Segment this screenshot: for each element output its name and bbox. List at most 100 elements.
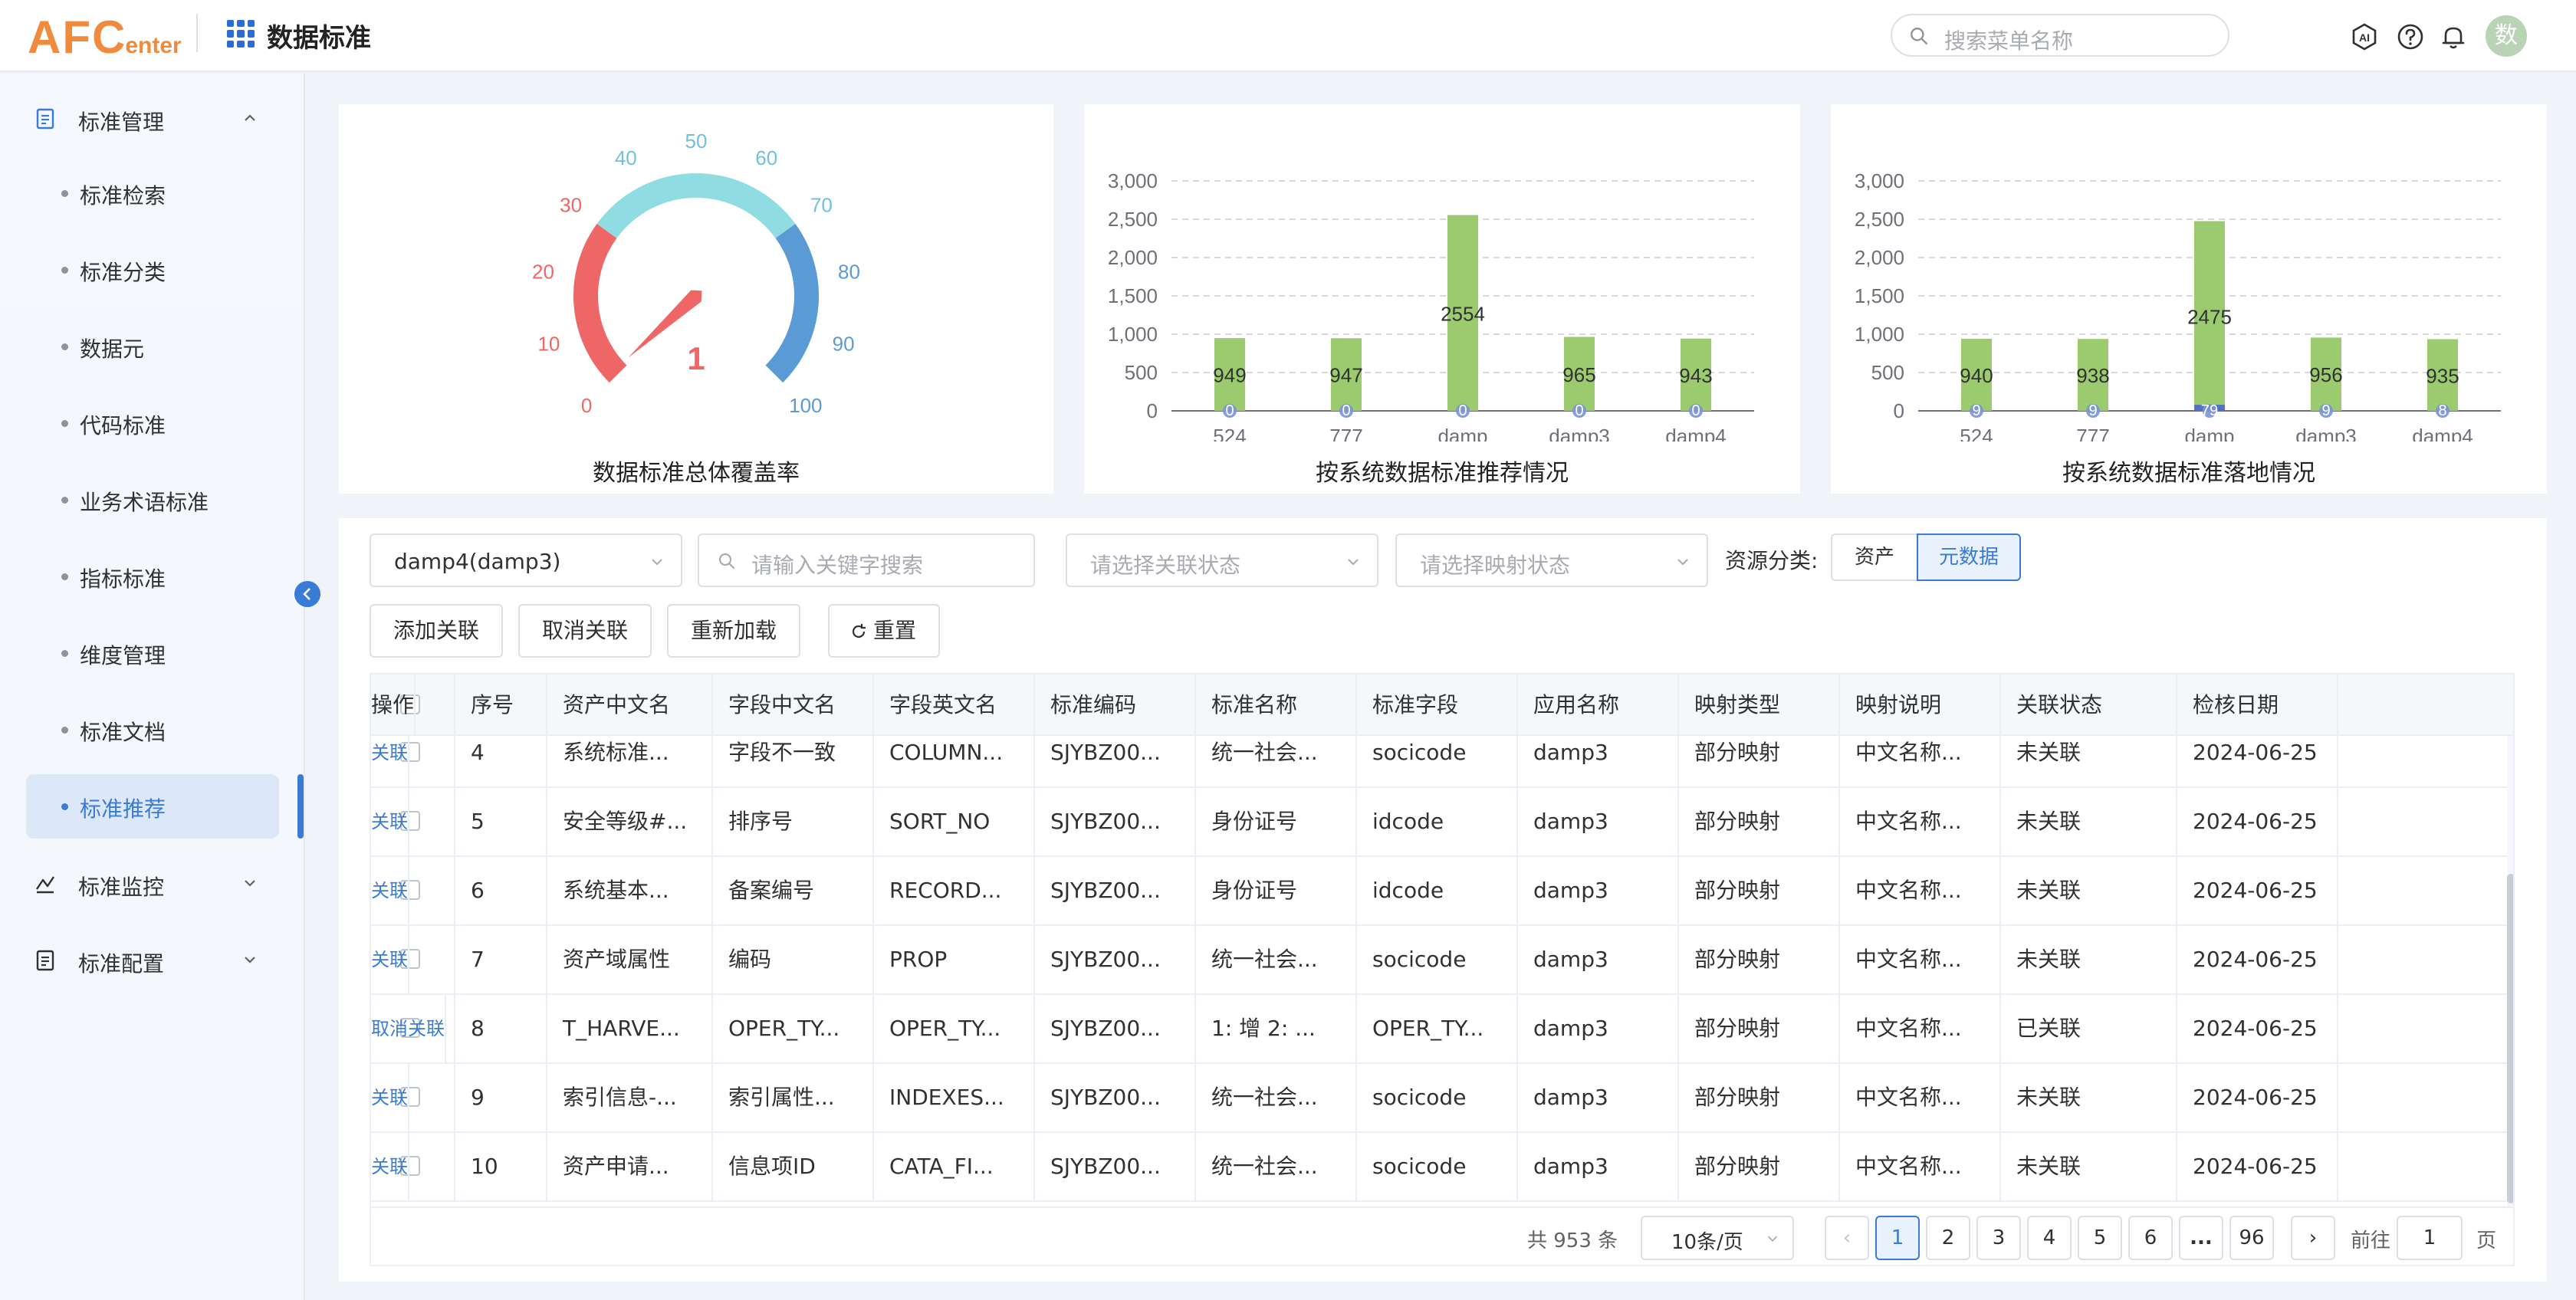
column-header: 操作: [371, 675, 416, 736]
y-tick-label: 1,500: [1855, 284, 1904, 307]
table-cell: PROP: [874, 926, 1035, 995]
app-grid-icon[interactable]: [227, 20, 255, 48]
goto-page-input[interactable]: 1: [2397, 1216, 2463, 1260]
add-relation-button[interactable]: 添加关联: [370, 604, 503, 658]
sidebar-item-label: 标准检索: [80, 183, 166, 208]
table-cell: 字段不一致: [713, 736, 874, 788]
recommend-bar-chart: 0 500 1,000 1,500 2,000 2,500 3,000 0 949 524 0 947…: [1108, 169, 1754, 448]
user-avatar[interactable]: 数: [2486, 15, 2527, 57]
sidebar-group-management[interactable]: 标准管理: [0, 95, 305, 141]
ai-assistant-icon[interactable]: AI: [2349, 21, 2380, 52]
row-action-link[interactable]: 取消关联: [371, 995, 446, 1064]
resource-option-metadata[interactable]: 元数据: [1917, 533, 2021, 581]
page-6-button[interactable]: 6: [2128, 1216, 2173, 1260]
table-cell: 统一社会...: [1196, 1133, 1357, 1202]
mapping-placeholder: 请选择映射状态: [1420, 553, 1571, 578]
table-scrollbar[interactable]: [2507, 736, 2513, 1206]
notification-bell-icon[interactable]: [2438, 21, 2469, 52]
cancel-relation-button[interactable]: 取消关联: [518, 604, 652, 658]
sidebar-item-indicator[interactable]: 指标标准: [26, 544, 279, 609]
reset-button[interactable]: 重置: [828, 604, 940, 658]
table-cell: 系统基本...: [547, 857, 713, 926]
bar-data-label: 949: [1213, 364, 1246, 387]
reload-button[interactable]: 重新加载: [667, 604, 800, 658]
page-1-button[interactable]: 1: [1875, 1216, 1920, 1260]
bar-data-label: 956: [2309, 363, 2342, 386]
page-4-button[interactable]: 4: [2027, 1216, 2072, 1260]
row-action-link[interactable]: 关联: [371, 736, 409, 788]
row-action-link[interactable]: 关联: [371, 788, 409, 857]
table-cell: idcode: [1357, 857, 1518, 926]
table-cell: SJYBZ00...: [1035, 995, 1196, 1064]
table-cell: 中文名称...: [1840, 788, 2001, 857]
prev-page-button[interactable]: ‹: [1825, 1216, 1869, 1260]
chevron-down-icon: [1767, 1236, 1778, 1243]
sidebar-item-data-element[interactable]: 数据元: [26, 314, 279, 379]
sidebar-item-recommend[interactable]: 标准推荐: [26, 774, 279, 839]
table-cell: 统一社会...: [1196, 926, 1357, 995]
sidebar-item-business-term[interactable]: 业务术语标准: [26, 468, 279, 532]
table-cell: 中文名称...: [1840, 1133, 2001, 1202]
column-header: 映射说明: [1840, 675, 2001, 736]
secondary-label: 9: [2088, 402, 2097, 419]
row-action-link[interactable]: 关联: [371, 857, 409, 926]
sidebar-item-label: 代码标准: [80, 413, 166, 438]
table-cell: 部分映射: [1679, 995, 1840, 1064]
secondary-label: 9: [1972, 402, 1980, 419]
row-action-link[interactable]: 关联: [371, 1064, 409, 1133]
app-logo[interactable]: AFCenter: [28, 11, 183, 64]
scrollbar-thumb[interactable]: [2507, 874, 2513, 1203]
page-96-button[interactable]: 96: [2229, 1216, 2274, 1260]
sidebar-group-config[interactable]: 标准配置: [0, 937, 305, 983]
row-action-link[interactable]: 关联: [371, 926, 409, 995]
sidebar-item-dimension[interactable]: 维度管理: [26, 621, 279, 685]
page-size-select[interactable]: 10条/页: [1641, 1216, 1794, 1260]
collapse-sidebar-button[interactable]: [294, 581, 320, 607]
relation-status-select[interactable]: 请选择关联状态: [1066, 533, 1378, 587]
row-action-link[interactable]: 关联: [371, 1133, 409, 1202]
y-tick-label: 1,500: [1108, 284, 1158, 307]
x-tick-label: damp: [1438, 425, 1487, 442]
table-row: 10 资产申请... 信息项ID CATA_FI... SJYBZ00... 统一社会..…: [371, 1133, 2513, 1202]
bullet-icon: [61, 420, 68, 427]
sidebar-item-document[interactable]: 标准文档: [26, 698, 279, 762]
table-cell: 未关联: [2001, 736, 2177, 788]
gauge-title: 数据标准总体覆盖率: [593, 460, 800, 487]
column-header: 标准字段: [1357, 675, 1518, 736]
page-2-button[interactable]: 2: [1926, 1216, 1970, 1260]
table-cell: OPER_TY...: [1357, 995, 1518, 1064]
sidebar-item-label: 指标标准: [80, 566, 166, 592]
coverage-gauge-card: 0 10 20 30 40 50 60 70 80 90 100 1 数据标准总体覆盖率: [339, 104, 1053, 494]
table-cell: 未关联: [2001, 1133, 2177, 1202]
table-cell: damp3: [1518, 857, 1679, 926]
table-cell: socicode: [1357, 1064, 1518, 1133]
sidebar-item-code-standard[interactable]: 代码标准: [26, 391, 279, 455]
keyword-search-input[interactable]: 请输入关键字搜索: [698, 533, 1035, 587]
resource-category-label: 资源分类:: [1725, 548, 1819, 573]
y-tick-label: 2,500: [1855, 208, 1904, 231]
sidebar-group-monitor[interactable]: 标准监控: [0, 860, 305, 906]
bullet-icon: [61, 727, 68, 734]
table-cell: 安全等级#...: [547, 788, 713, 857]
menu-search-input[interactable]: 搜索菜单名称: [1891, 14, 2229, 57]
page-3-button[interactable]: 3: [1976, 1216, 2021, 1260]
y-tick-label: 2,000: [1855, 246, 1904, 269]
sidebar-group-label: 标准管理: [78, 110, 165, 135]
gauge-tick-label: 40: [615, 146, 637, 169]
page-5-button[interactable]: 5: [2078, 1216, 2122, 1260]
bar-data-label: 2475: [2187, 305, 2232, 328]
sidebar-item-category[interactable]: 标准分类: [26, 238, 279, 302]
table-cell: 身份证号: [1196, 857, 1357, 926]
landing-chart-card: 0 500 1,000 1,500 2,000 2,500 3,000 9 940 524 9 938…: [1831, 104, 2547, 494]
mapping-status-select[interactable]: 请选择映射状态: [1395, 533, 1708, 587]
resource-option-asset[interactable]: 资产: [1831, 533, 1918, 581]
secondary-label: 0: [1575, 402, 1583, 419]
system-select[interactable]: damp4(damp3): [370, 533, 682, 587]
secondary-label: 9: [2321, 402, 2330, 419]
more-pages-button[interactable]: ...: [2179, 1216, 2223, 1260]
column-header: 字段英文名: [874, 675, 1035, 736]
next-page-button[interactable]: ›: [2291, 1216, 2335, 1260]
sidebar-item-search[interactable]: 标准检索: [26, 161, 279, 225]
recommend-chart-card: 0 500 1,000 1,500 2,000 2,500 3,000 0 949 524 0 947…: [1084, 104, 1800, 494]
help-icon[interactable]: [2395, 21, 2426, 52]
